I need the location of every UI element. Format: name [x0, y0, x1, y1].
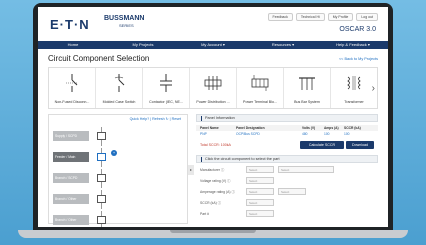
field-label: Part # — [200, 211, 210, 216]
app-screen: E·T·N BUSSMANN SERIES Feedback Technical… — [38, 7, 388, 227]
total-sccr: Total SCCR: 100kA — [200, 143, 231, 147]
app-version: OSCAR 3.0 — [339, 26, 376, 33]
cell-amps: 100 — [324, 132, 330, 136]
main-nav: Home My Projects My Account ▾ Resources … — [38, 41, 388, 49]
circuit-diagram-panel: Quick Help? | Refresh ↻ | Reset Supply /… — [48, 114, 188, 227]
nav-home[interactable]: Home — [38, 41, 108, 49]
contactor-icon — [160, 74, 172, 92]
cell-panel-designation: OCP/Bus SCPD — [236, 132, 260, 136]
field-label: Manufacturer ⓘ — [200, 168, 225, 172]
component-label: Non-Fused Disconn... — [54, 100, 90, 104]
rung-branch-other-2[interactable]: Branch / Other — [53, 211, 185, 227]
busbar-icon — [299, 77, 315, 90]
component-label: Power Distribution ... — [196, 100, 230, 104]
cell-sccr: 100 — [344, 132, 350, 136]
page-title: Circuit Component Selection — [48, 54, 150, 63]
eaton-logo[interactable]: E·T·N — [50, 17, 90, 32]
rung-branch-scpd[interactable]: Branch / SCPD — [53, 169, 185, 188]
amperage-select-2[interactable]: Select — [278, 188, 306, 195]
component-transformer[interactable]: Transformer › — [331, 68, 377, 108]
select-part-heading: Click the circuit component to select th… — [196, 155, 378, 163]
component-molded-case-switch[interactable]: Molded Case Switch — [96, 68, 143, 108]
cell-panel-name: PNP — [200, 132, 207, 136]
table-row[interactable]: PNP OCP/Bus SCPD 480 100 100 — [196, 131, 378, 137]
manufacturer-field: Manufacturer ⓘ Select Select — [196, 165, 378, 174]
component-carousel: Non-Fused Disconn... Molded Case Switch … — [48, 67, 378, 109]
switch-icon — [114, 74, 125, 92]
load-icon[interactable] — [97, 216, 106, 224]
breaker-icon[interactable] — [97, 132, 106, 140]
component-power-terminal-block[interactable]: Power Terminal Blo... — [237, 68, 284, 108]
back-to-projects-link[interactable]: << Back to My Projects — [339, 57, 378, 61]
transformer-icon — [347, 76, 361, 90]
header: E·T·N BUSSMANN SERIES Feedback Technical… — [38, 7, 388, 41]
nav-resources[interactable]: Resources ▾ — [248, 41, 318, 49]
field-label: SCCR (kA) ⓘ — [200, 201, 222, 205]
panel-divider-handle[interactable]: ▸ — [188, 165, 194, 175]
rung-label: Branch / Other — [53, 215, 89, 225]
chevron-right-icon[interactable]: › — [372, 83, 375, 94]
amperage-field: Amperage rating (A) ⓘ Select Select — [196, 187, 378, 196]
sccr-select[interactable]: Select — [246, 199, 274, 206]
circuit-rungs: Supply / SCPD Feeder / Main + Branch / S… — [53, 127, 185, 227]
panel-information-heading: Panel Information — [196, 114, 378, 122]
component-non-fused-disconnect[interactable]: Non-Fused Disconn... — [49, 68, 96, 108]
disconnect-icon — [66, 74, 78, 92]
rung-feeder[interactable]: Feeder / Main + — [53, 148, 185, 167]
technical-help-link[interactable]: Technical Hi — [295, 13, 325, 21]
fuse-block-icon — [204, 76, 222, 90]
component-contactor[interactable]: Contactor (IEC, NE... — [143, 68, 190, 108]
rung-label: Branch / SCPD — [53, 173, 89, 183]
contact-icon[interactable] — [97, 195, 106, 203]
part-number-select[interactable]: Select — [246, 210, 274, 217]
logout-link[interactable]: Log out — [356, 13, 378, 21]
manufacturer-select-2[interactable]: Select — [278, 166, 334, 173]
sccr-actions: Total SCCR: 100kA Calculate SCCR Downloa… — [196, 140, 378, 152]
component-label: Power Terminal Blo... — [243, 100, 277, 104]
part-number-field: Part # Select — [196, 209, 378, 218]
laptop-lip — [170, 230, 256, 233]
rung-label: Feeder / Main — [53, 152, 89, 162]
calculate-sccr-button[interactable]: Calculate SCCR — [300, 141, 344, 149]
field-label: Amperage rating (A) ⓘ — [200, 190, 235, 194]
feedback-link[interactable]: Feedback — [267, 13, 293, 21]
selected-component-icon[interactable] — [97, 153, 106, 161]
manufacturer-select[interactable]: Select — [246, 166, 274, 173]
nav-help-feedback[interactable]: Help & Feedback ▾ — [318, 41, 388, 49]
download-button[interactable]: Download — [346, 141, 374, 149]
component-power-distribution-block[interactable]: Power Distribution ... — [190, 68, 237, 108]
voltage-select[interactable]: Select — [246, 177, 274, 184]
fuse-icon[interactable] — [97, 174, 106, 182]
component-label: Molded Case Switch — [102, 100, 136, 104]
nav-my-projects[interactable]: My Projects — [108, 41, 178, 49]
cell-volts: 480 — [302, 132, 308, 136]
amperage-select[interactable]: Select — [246, 188, 274, 195]
voltage-field: Voltage rating (V) ⓘ Select — [196, 176, 378, 185]
rung-label: Branch / Other — [53, 194, 89, 204]
component-label: Contactor (IEC, NE... — [149, 100, 183, 104]
component-label: Transformer — [344, 100, 364, 104]
terminal-block-icon — [251, 75, 269, 91]
sccr-field: SCCR (kA) ⓘ Select — [196, 198, 378, 207]
rung-supply[interactable]: Supply / SCPD — [53, 127, 185, 146]
panel-info-table: Panel Name Panel Designation Volts (V) A… — [196, 125, 378, 137]
rung-label: Supply / SCPD — [53, 131, 89, 141]
field-label: Voltage rating (V) ⓘ — [200, 179, 231, 183]
bussmann-logo: BUSSMANN — [104, 15, 145, 22]
my-profile-link[interactable]: My Profile — [327, 13, 354, 21]
details-panel: Panel Information Panel Name Panel Desig… — [196, 114, 378, 224]
component-label: Bus Bar System — [294, 100, 320, 104]
bussmann-series: SERIES — [119, 23, 134, 28]
component-bus-bar-system[interactable]: Bus Bar System — [284, 68, 331, 108]
top-links: Feedback Technical Hi My Profile Log out — [267, 13, 378, 21]
rung-branch-other-1[interactable]: Branch / Other — [53, 190, 185, 209]
help-refresh-reset-links[interactable]: Quick Help? | Refresh ↻ | Reset — [130, 117, 181, 121]
add-component-icon[interactable]: + — [111, 150, 117, 156]
nav-my-account[interactable]: My Account ▾ — [178, 41, 248, 49]
